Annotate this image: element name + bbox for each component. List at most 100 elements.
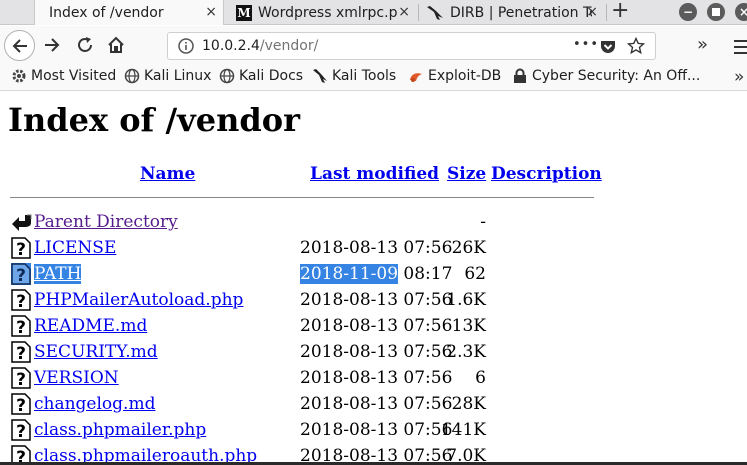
row-last-modified: 2018-11-09 08:17 [300,264,452,284]
new-tab-button[interactable]: + [611,0,629,25]
svg-text:?: ? [16,396,26,415]
forward-button[interactable] [42,35,62,55]
page-title: Index of /vendor [8,101,300,139]
close-tab-icon[interactable]: × [205,4,217,20]
row-name-link[interactable]: PHPMailerAutoload.php [34,290,243,310]
bookmark-label: Kali Tools [332,68,397,84]
bookmark-kali-linux[interactable]: Kali Linux [124,68,211,84]
url-text[interactable]: 10.0.2.4/vendor/ [202,38,318,54]
tab-title: Index of /vendor [49,4,164,21]
table-row: ? LICENSE 2018-08-13 07:56 26K [0,237,747,260]
kali-dragon-icon [312,68,328,84]
table-row: ? class.phpmailer.php 2018-08-13 07:56 1… [0,419,747,442]
row-name-link[interactable]: VERSION [34,368,119,388]
page-content: Index of /vendor Name Last modified Size… [0,92,747,465]
row-size: 28K [451,394,486,414]
bookmark-label: Kali Linux [144,68,212,84]
close-window-button[interactable]: × [735,3,747,21]
table-row: ? VERSION 2018-08-13 07:56 6 [0,367,747,390]
svg-text:?: ? [16,266,26,285]
unknown-file-icon[interactable]: ? [11,289,31,312]
back-button[interactable] [4,30,35,61]
unknown-file-icon[interactable]: ? [11,341,31,364]
url-bar[interactable]: 10.0.2.4/vendor/ ••• [167,32,656,60]
site-info-icon[interactable] [178,38,194,58]
column-header-description[interactable]: Description [491,164,602,184]
tab-title: DIRB | Penetration Testing Tools [450,4,592,21]
column-header-last-modified[interactable]: Last modified [310,164,439,184]
row-size: 6 [475,368,486,388]
bookmark-label: Exploit-DB [428,68,502,84]
row-name-link[interactable]: LICENSE [34,238,116,258]
lock-icon [512,68,528,84]
bookmark-most-visited[interactable]: Most Visited [11,68,116,84]
bookmark-star-icon[interactable] [626,36,646,59]
maximize-icon [712,8,720,16]
gear-icon [11,68,27,84]
back-arrow-icon [12,38,27,53]
column-header-name[interactable]: Name [140,164,195,184]
row-size: 1.6K [446,290,486,310]
bookmark-cyber-security[interactable]: Cyber Security: An Off... [512,68,700,84]
page-actions-button[interactable]: ••• [573,37,599,52]
home-button[interactable] [106,35,126,55]
medium-favicon-icon: M [236,4,252,21]
tab-wordpress-xmlrpc[interactable]: M Wordpress xmlrpc.php × [230,0,416,25]
row-name-link[interactable]: PATH [34,264,82,284]
bookmark-label: Kali Docs [239,68,304,84]
reload-icon [78,37,92,52]
toolbar-overflow-button[interactable]: » [697,34,708,55]
selected-date-text: 2018-11-09 [300,264,399,284]
row-last-modified: 2018-08-13 07:56 [300,290,453,310]
pocket-icon[interactable] [600,39,616,59]
bookmark-label: Most Visited [31,68,117,84]
tab-index-of-vendor[interactable]: Index of /vendor × [34,0,224,25]
row-name-link[interactable]: Parent Directory [34,212,178,232]
row-time: 08:17 [398,264,453,284]
row-name-link[interactable]: changelog.md [34,394,155,414]
row-name-link[interactable]: SECURITY.md [34,342,158,362]
maximize-window-button[interactable] [707,3,725,21]
row-size: 62 [464,264,486,284]
parent-directory-icon[interactable] [11,211,32,233]
exploit-db-icon [408,68,424,84]
bookmark-kali-tools[interactable]: Kali Tools [312,68,396,84]
unknown-file-icon[interactable]: ? [11,393,31,416]
row-last-modified: 2018-08-13 07:56 [300,420,453,440]
minimize-window-button[interactable]: − [679,3,697,21]
svg-text:?: ? [16,422,26,441]
bookmark-label: Cyber Security: An Off... [532,68,701,84]
forward-arrow-icon [45,38,60,52]
row-size: 141K [440,420,486,440]
unknown-file-icon[interactable]: ? [11,367,31,390]
close-tab-icon[interactable]: × [398,4,410,20]
table-row: ? README.md 2018-08-13 07:56 13K [0,315,747,338]
table-row: ? SECURITY.md 2018-08-13 07:56 2.3K [0,341,747,364]
reload-button[interactable] [75,35,95,55]
tab-separator [418,4,419,21]
tab-dirb[interactable]: DIRB | Penetration Testing Tools × [422,0,604,25]
globe-icon [124,68,140,84]
bookmark-kali-docs[interactable]: Kali Docs [219,68,303,84]
row-size: 26K [451,238,486,258]
unknown-file-icon[interactable]: ? [11,237,31,260]
kali-dragon-icon [426,5,444,21]
globe-icon [219,68,235,84]
svg-text:?: ? [16,240,26,259]
tab-title: Wordpress xmlrpc.php [258,4,398,21]
row-name-link[interactable]: README.md [34,316,147,336]
row-name-link[interactable]: class.phpmailer.php [34,420,206,440]
bookmarks-overflow-button[interactable]: » [734,67,744,87]
unknown-file-icon[interactable]: ? [11,315,31,338]
row-size: 13K [451,316,486,336]
close-tab-icon[interactable]: × [586,4,598,20]
home-icon [108,36,124,53]
svg-text:?: ? [16,344,26,363]
unknown-file-icon[interactable]: ? [11,263,31,286]
svg-text:?: ? [16,318,26,337]
menu-icon[interactable] [734,39,747,54]
bookmark-exploit-db[interactable]: Exploit-DB [408,68,501,84]
column-header-size[interactable]: Size [447,164,486,184]
row-last-modified: 2018-08-13 07:56 [300,238,453,258]
unknown-file-icon[interactable]: ? [11,419,31,442]
